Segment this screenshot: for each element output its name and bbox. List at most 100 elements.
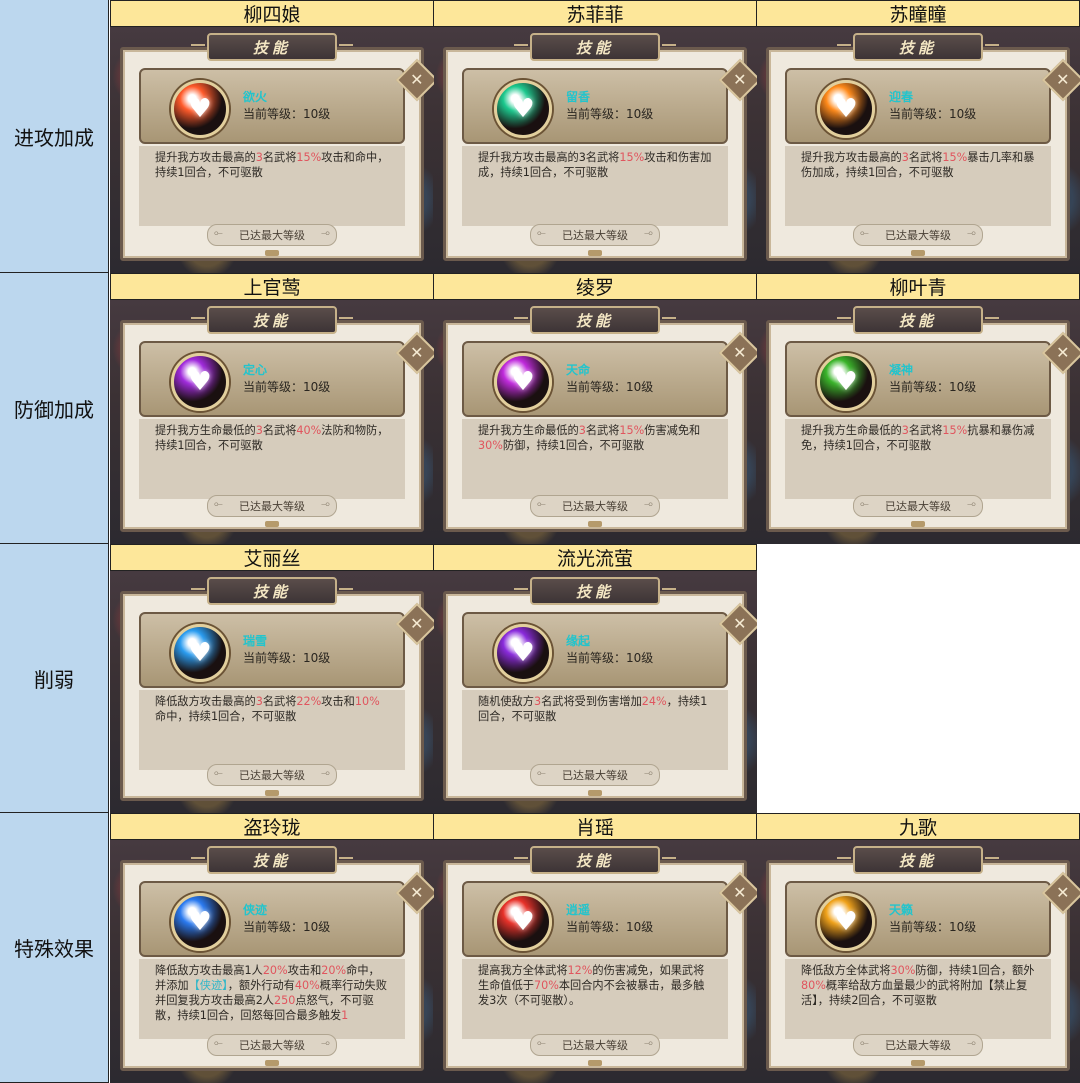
character-name: 柳叶青	[756, 273, 1080, 300]
description-segment: 命中，持续1回合，不可驱散	[155, 710, 297, 723]
skill-card: 技能 ✕ ♥ 逍遥 当前等级：10级 提高我方全体武将12%的伤害减免，如果武将生命值低于…	[433, 840, 757, 1083]
skill-name: 侠迹	[243, 903, 268, 917]
character-name: 柳四娘	[110, 0, 434, 27]
heart-icon: ♥	[834, 367, 858, 397]
row-label-4: 特殊效果	[0, 813, 109, 1083]
skill-tab[interactable]: 技能	[191, 846, 353, 874]
skill-comparison-table: 进攻加成 柳四娘 技能 ✕ ♥ 欲火 当前等级：10级 提升我方攻击最高的3名武将15%攻击和…	[0, 0, 1080, 1083]
skill-card: 技能 ✕ ♥ 留香 当前等级：10级 提升我方攻击最高的3名武将15%攻击和伤害加成，持续…	[433, 27, 757, 273]
skill-gem-icon: ♥	[494, 624, 552, 682]
description-segment: 40%	[294, 979, 320, 992]
max-level-button[interactable]: 已达最大等级	[853, 224, 983, 246]
skill-tab[interactable]: 技能	[837, 846, 999, 874]
skill-name: 天命	[566, 363, 591, 377]
skill-gem-icon: ♥	[494, 80, 552, 138]
description-segment: 22%	[296, 695, 322, 708]
row-label-3: 削弱	[0, 544, 109, 813]
panel-pin	[265, 521, 279, 527]
skill-header: ♥ 凝神 当前等级：10级	[785, 341, 1051, 417]
heart-icon: ♥	[511, 367, 535, 397]
description-segment: 名武将	[262, 695, 297, 708]
description-segment: 20%	[321, 964, 347, 977]
description-segment: 攻击和	[321, 695, 355, 708]
skill-tab[interactable]: 技能	[191, 306, 353, 334]
panel-pin	[911, 521, 925, 527]
skill-tab[interactable]: 技能	[514, 306, 676, 334]
skill-header: ♥ 逍遥 当前等级：10级	[462, 881, 728, 957]
skill-name: 缘起	[566, 634, 591, 648]
skill-gem-icon: ♥	[171, 80, 229, 138]
max-level-button[interactable]: 已达最大等级	[853, 495, 983, 517]
skill-card: 技能 ✕ ♥ 天命 当前等级：10级 提升我方生命最低的3名武将15%伤害减免和 30%防御…	[433, 300, 757, 544]
skill-description: 提升我方生命最低的3名武将40%法防和物防，持续1回合，不可驱散	[139, 419, 405, 499]
skill-description: 降低敌方攻击最高1人20%攻击和20%命中，并添加【侠迹】，额外行动有40%概率…	[139, 959, 405, 1039]
skill-description: 随机使敌方3名武将受到伤害增加24%，持续1回合，不可驱散	[462, 690, 728, 770]
skill-gem-icon: ♥	[171, 893, 229, 951]
description-segment: 15%	[619, 424, 645, 437]
skill-tab[interactable]: 技能	[514, 846, 676, 874]
max-level-button[interactable]: 已达最大等级	[530, 1034, 660, 1056]
max-level-button[interactable]: 已达最大等级	[530, 224, 660, 246]
skill-description: 降低敌方攻击最高的3名武将22%攻击和10% 命中，持续1回合，不可驱散	[139, 690, 405, 770]
description-segment: 攻击和	[287, 964, 322, 977]
skill-header: ♥ 欲火 当前等级：10级	[139, 68, 405, 144]
description-segment: 名武将	[262, 424, 297, 437]
skill-tab[interactable]: 技能	[191, 33, 353, 61]
description-segment: 20%	[262, 964, 288, 977]
description-segment: 名武将	[908, 424, 943, 437]
skill-tab[interactable]: 技能	[837, 306, 999, 334]
skill-tab[interactable]: 技能	[837, 33, 999, 61]
heart-icon: ♥	[188, 907, 212, 937]
panel-pin	[588, 1060, 602, 1066]
skill-header: ♥ 天命 当前等级：10级	[462, 341, 728, 417]
description-segment: 随机使敌方	[478, 695, 534, 708]
description-segment: 3	[255, 424, 263, 437]
max-level-button[interactable]: 已达最大等级	[530, 495, 660, 517]
skill-description: 提升我方攻击最高的3名武将15%暴击几率和暴伤加成，持续1回合，不可驱散	[785, 146, 1051, 226]
skill-name: 天籁	[889, 903, 914, 917]
skill-tab[interactable]: 技能	[514, 33, 676, 61]
description-segment: 15%	[942, 424, 968, 437]
skill-tab[interactable]: 技能	[514, 577, 676, 605]
skill-level: 当前等级：10级	[566, 920, 654, 934]
skill-header: ♥ 瑞雪 当前等级：10级	[139, 612, 405, 688]
close-icon: ✕	[410, 883, 424, 902]
description-segment: 提升我方攻击最高的	[155, 151, 256, 164]
skill-gem-icon: ♥	[817, 353, 875, 411]
skill-gem-icon: ♥	[171, 353, 229, 411]
description-segment: 提升我方生命最低的	[155, 424, 256, 437]
max-level-button[interactable]: 已达最大等级	[207, 224, 337, 246]
skill-gem-icon: ♥	[817, 80, 875, 138]
skill-panel: ♥ 迎春 当前等级：10级 提升我方攻击最高的3名武将15%暴击几率和暴伤加成，持续1…	[766, 47, 1070, 261]
description-segment: 250	[274, 994, 296, 1007]
heart-icon: ♥	[188, 638, 212, 668]
description-segment: ，额外行动有	[227, 979, 295, 992]
skill-card: 技能 ✕ ♥ 定心 当前等级：10级 提升我方生命最低的3名武将40%法防和物防，持续1回…	[110, 300, 434, 544]
character-name: 盗玲珑	[110, 813, 434, 840]
description-segment: 防御，持续1回合，额外	[915, 964, 1035, 977]
close-icon: ✕	[733, 343, 747, 362]
max-level-button[interactable]: 已达最大等级	[530, 764, 660, 786]
skill-panel: ♥ 瑞雪 当前等级：10级 降低敌方攻击最高的3名武将22%攻击和10% 命中，持续1回…	[120, 591, 424, 801]
max-level-button[interactable]: 已达最大等级	[853, 1034, 983, 1056]
heart-icon: ♥	[511, 638, 535, 668]
skill-panel: ♥ 天命 当前等级：10级 提升我方生命最低的3名武将15%伤害减免和 30%防御，持续…	[443, 320, 747, 532]
skill-card: 技能 ✕ ♥ 欲火 当前等级：10级 提升我方攻击最高的3名武将15%攻击和命中，持续1回…	[110, 27, 434, 273]
skill-level: 当前等级：10级	[243, 920, 331, 934]
skill-tab[interactable]: 技能	[191, 577, 353, 605]
max-level-button[interactable]: 已达最大等级	[207, 1034, 337, 1056]
description-segment: 15%	[942, 151, 968, 164]
skill-gem-icon: ♥	[817, 893, 875, 951]
max-level-button[interactable]: 已达最大等级	[207, 764, 337, 786]
description-segment: 提升我方生命最低的	[478, 424, 579, 437]
skill-level: 当前等级：10级	[243, 651, 331, 665]
character-name: 艾丽丝	[110, 544, 434, 571]
description-segment: 3	[578, 424, 586, 437]
max-level-button[interactable]: 已达最大等级	[207, 495, 337, 517]
skill-panel: ♥ 缘起 当前等级：10级 随机使敌方3名武将受到伤害增加24%，持续1回合，不可驱散…	[443, 591, 747, 801]
skill-card: 技能 ✕ ♥ 凝神 当前等级：10级 提升我方生命最低的3名武将15%抗暴和暴伤减免，持续…	[756, 300, 1080, 544]
description-segment: 【侠迹】	[188, 979, 228, 992]
description-segment: 3	[255, 695, 263, 708]
character-name: 九歌	[756, 813, 1080, 840]
skill-card: 技能 ✕ ♥ 天籁 当前等级：10级 降低敌方全体武将30%防御，持续1回合，额外 80%概…	[756, 840, 1080, 1083]
